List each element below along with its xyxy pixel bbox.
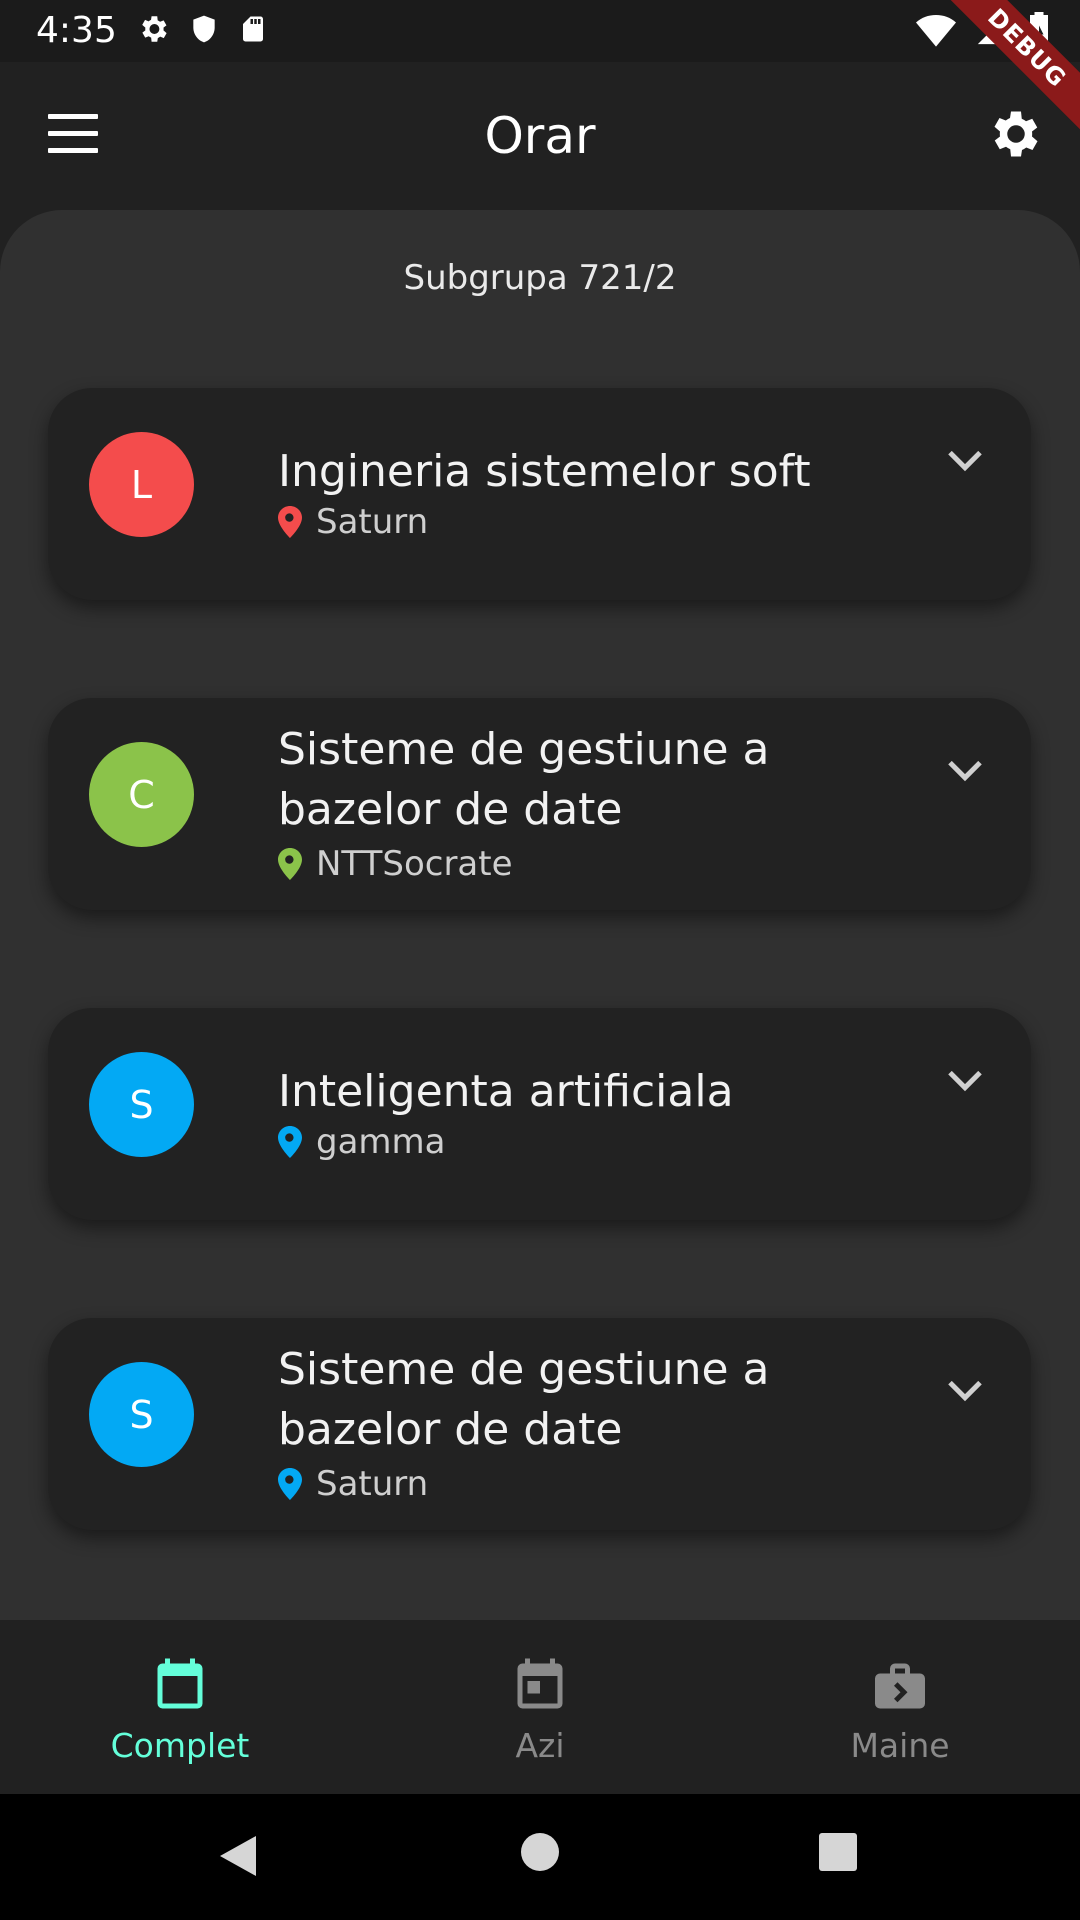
- course-title: Ingineria sistemelor soft: [278, 446, 811, 497]
- bottom-navigation: Complet Azi Maine: [0, 1620, 1080, 1794]
- subgroup-label: Subgrupa 721/2: [403, 258, 677, 298]
- nav-item-maine[interactable]: Maine: [720, 1620, 1080, 1794]
- chevron-down-icon[interactable]: [945, 756, 985, 786]
- course-location: NTTSocrate: [278, 844, 513, 884]
- wifi-icon: [916, 15, 956, 47]
- course-title: Sisteme de gestiune a bazelor de date: [278, 724, 770, 835]
- location-label: Saturn: [316, 1464, 429, 1504]
- avatar: L: [89, 432, 194, 537]
- course-location: Saturn: [278, 1464, 428, 1504]
- course-location: Saturn: [278, 502, 428, 542]
- course-card[interactable]: S Sisteme de gestiune a bazelor de date …: [48, 1318, 1031, 1530]
- avatar: S: [89, 1362, 194, 1467]
- chevron-down-icon[interactable]: [945, 1376, 985, 1406]
- course-title: Sisteme de gestiune a bazelor de date: [278, 1344, 770, 1455]
- page-title: Orar: [484, 107, 596, 165]
- location-pin-icon: [278, 506, 302, 538]
- chevron-down-icon[interactable]: [945, 446, 985, 476]
- status-bar: 4:35: [0, 0, 1080, 62]
- status-time: 4:35: [36, 10, 117, 51]
- shield-icon: [193, 15, 215, 43]
- home-icon[interactable]: [520, 1832, 560, 1872]
- gear-icon: [142, 16, 167, 42]
- location-label: gamma: [316, 1122, 446, 1162]
- calendar-today-icon: [517, 1658, 563, 1709]
- course-title: Inteligenta artificiala: [278, 1066, 734, 1117]
- nav-item-azi[interactable]: Azi: [360, 1620, 720, 1794]
- location-pin-icon: [278, 1468, 302, 1500]
- back-icon[interactable]: [216, 1832, 260, 1880]
- calendar-icon: [157, 1658, 203, 1709]
- nav-label-azi: Azi: [515, 1726, 565, 1765]
- location-pin-icon: [278, 848, 302, 880]
- location-label: Saturn: [316, 502, 429, 542]
- avatar: S: [89, 1052, 194, 1157]
- system-navigation-bar: [0, 1794, 1080, 1920]
- course-card[interactable]: L Ingineria sistemelor soft Saturn: [48, 388, 1031, 600]
- avatar: C: [89, 742, 194, 847]
- location-pin-icon: [278, 1126, 302, 1158]
- schedule-content: Subgrupa 721/2 L Ingineria sistemelor so…: [0, 210, 1080, 1620]
- course-card[interactable]: S Inteligenta artificiala gamma: [48, 1008, 1031, 1220]
- settings-icon[interactable]: [986, 104, 1046, 164]
- location-label: NTTSocrate: [316, 844, 513, 884]
- course-card[interactable]: C Sisteme de gestiune a bazelor de date …: [48, 698, 1031, 910]
- nav-label-complet: Complet: [110, 1726, 250, 1765]
- chevron-down-icon[interactable]: [945, 1066, 985, 1096]
- course-location: gamma: [278, 1122, 446, 1162]
- next-week-icon: [875, 1663, 925, 1709]
- sd-card-icon: [243, 16, 263, 42]
- nav-item-complet[interactable]: Complet: [0, 1620, 360, 1794]
- recents-icon[interactable]: [818, 1832, 858, 1872]
- nav-label-maine: Maine: [850, 1726, 950, 1765]
- app-bar: Orar: [0, 62, 1080, 212]
